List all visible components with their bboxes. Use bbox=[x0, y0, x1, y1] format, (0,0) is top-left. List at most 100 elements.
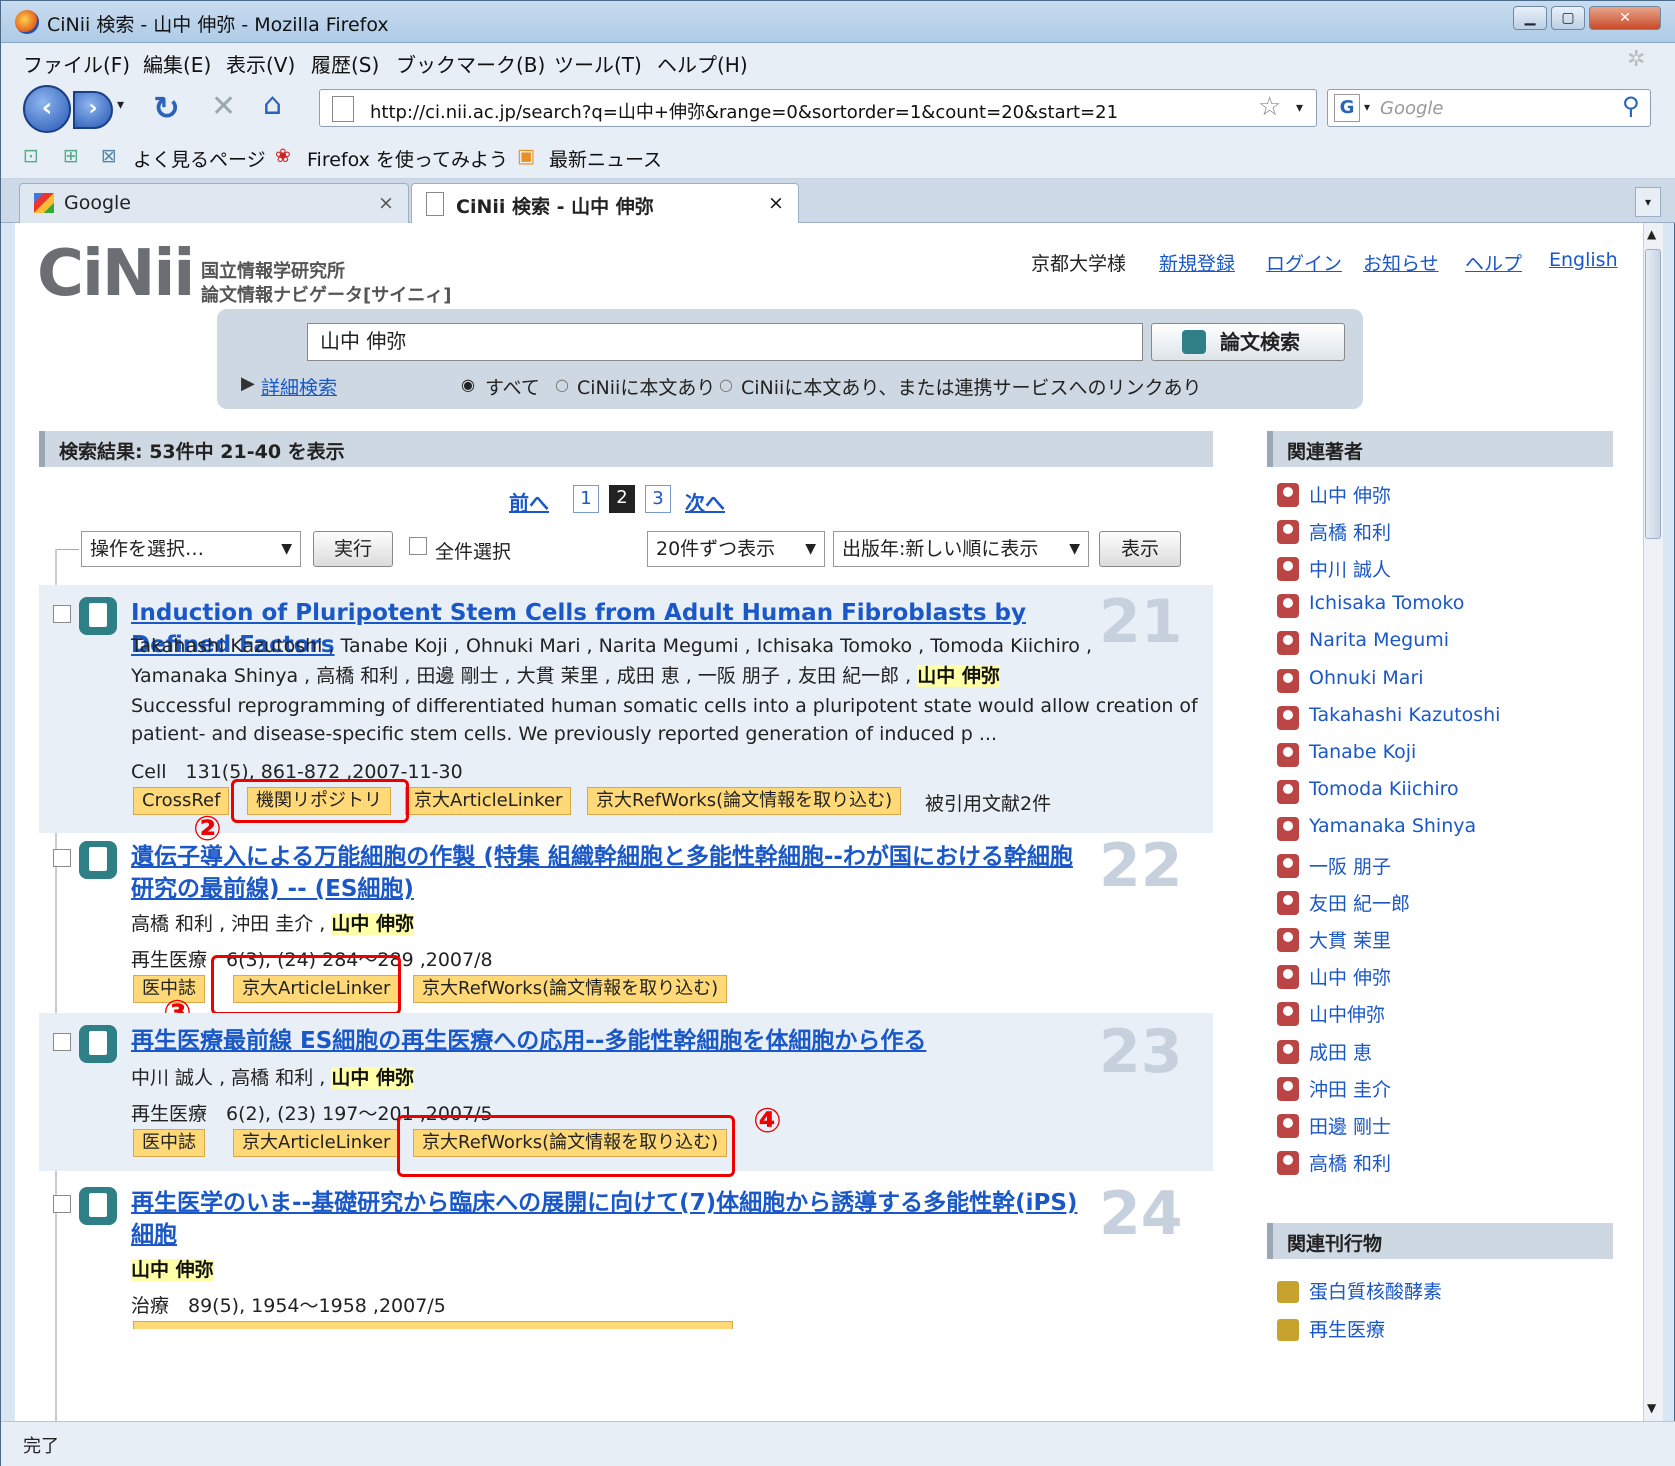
reload-icon[interactable]: ↻ bbox=[153, 89, 180, 127]
english-link[interactable]: English bbox=[1549, 249, 1618, 271]
back-button[interactable]: ‹ bbox=[23, 85, 71, 133]
cinii-logo[interactable]: CiNii bbox=[37, 237, 195, 311]
page-1-link[interactable]: 1 bbox=[573, 485, 599, 513]
related-author-link[interactable]: Yamanaka Shinya bbox=[1309, 815, 1476, 837]
news-link[interactable]: お知らせ bbox=[1363, 249, 1439, 276]
bookmark-star-icon[interactable]: ☆ bbox=[1258, 92, 1281, 122]
menu-file[interactable]: ファイル(F) bbox=[23, 49, 130, 78]
related-author-link[interactable]: 山中 伸弥 bbox=[1309, 481, 1391, 508]
related-author-link[interactable]: 中川 誠人 bbox=[1309, 555, 1391, 582]
prev-page-link[interactable]: 前へ bbox=[509, 487, 549, 516]
next-page-link[interactable]: 次へ bbox=[685, 487, 725, 516]
register-link[interactable]: 新規登録 bbox=[1159, 249, 1235, 276]
query-input[interactable]: 山中 伸弥 bbox=[307, 323, 1143, 361]
show-button[interactable]: 表示 bbox=[1099, 531, 1181, 567]
articlelinker-button[interactable]: 京大ArticleLinker bbox=[233, 1129, 400, 1157]
scroll-down-icon[interactable]: ▼ bbox=[1647, 1401, 1656, 1415]
related-author-link[interactable]: 沖田 圭介 bbox=[1309, 1075, 1391, 1102]
stop-icon[interactable]: ✕ bbox=[211, 89, 236, 124]
related-author-link[interactable]: Ohnuki Mari bbox=[1309, 667, 1424, 689]
refworks-button[interactable]: 京大RefWorks(論文情報を取り込む) bbox=[587, 787, 902, 815]
cited-count[interactable]: 被引用文献2件 bbox=[925, 789, 1051, 816]
bookmark-add-icon[interactable]: ⊞ bbox=[63, 145, 79, 167]
help-link[interactable]: ヘルプ bbox=[1465, 249, 1522, 276]
url-dropdown-icon[interactable]: ▾ bbox=[1296, 100, 1303, 116]
ichushi-button[interactable]: 医中誌 bbox=[133, 1129, 205, 1157]
google-engine-icon[interactable]: G bbox=[1334, 94, 1360, 122]
related-author-link[interactable]: 山中伸弥 bbox=[1309, 1000, 1385, 1027]
minimize-button[interactable]: ▁ bbox=[1513, 6, 1547, 30]
related-author-link[interactable]: 一阪 朋子 bbox=[1309, 852, 1391, 879]
highlighted-author[interactable]: 山中 伸弥 bbox=[917, 665, 1000, 687]
url-bar[interactable]: http://ci.nii.ac.jp/search?q=山中+伸弥&range… bbox=[319, 89, 1317, 127]
vertical-scrollbar[interactable]: ▲ ▼ bbox=[1643, 223, 1663, 1421]
result-checkbox[interactable] bbox=[53, 605, 71, 623]
action-select[interactable]: 操作を選択… ▼ bbox=[81, 531, 301, 567]
close-window-button[interactable]: ✕ bbox=[1589, 6, 1661, 30]
paper-title-link-cont[interactable]: 研究の最前線) -- (ES細胞) bbox=[131, 873, 414, 905]
related-journal-link[interactable]: 蛋白質核酸酵素 bbox=[1309, 1277, 1442, 1304]
related-author-link[interactable]: 友田 紀一郎 bbox=[1309, 889, 1410, 916]
related-journal-link[interactable]: 再生医療 bbox=[1309, 1315, 1385, 1342]
result-checkbox[interactable] bbox=[53, 1033, 71, 1051]
home-icon[interactable]: ⌂ bbox=[263, 87, 282, 122]
highlighted-author[interactable]: 山中 伸弥 bbox=[131, 1259, 214, 1281]
history-dropdown-icon[interactable]: ▾ bbox=[117, 97, 124, 113]
engine-dropdown-icon[interactable]: ▾ bbox=[1364, 100, 1370, 114]
scroll-thumb[interactable] bbox=[1645, 249, 1661, 539]
maximize-button[interactable]: ▢ bbox=[1551, 6, 1585, 30]
menu-edit[interactable]: 編集(E) bbox=[143, 49, 211, 78]
related-author-link[interactable]: Tomoda Kiichiro bbox=[1309, 778, 1459, 800]
paper-title-link[interactable]: 再生医療最前線 ES細胞の再生医療への応用--多能性幹細胞を体細胞から作る bbox=[131, 1025, 926, 1057]
highlighted-author[interactable]: 山中 伸弥 bbox=[331, 1067, 414, 1089]
paper-title-link-cont[interactable]: 細胞 bbox=[131, 1219, 177, 1251]
bookmark-tool-icon[interactable]: ⊡ bbox=[23, 145, 39, 167]
menu-tools[interactable]: ツール(T) bbox=[554, 49, 642, 78]
menu-view[interactable]: 表示(V) bbox=[226, 49, 295, 78]
advanced-search-link[interactable]: 詳細検索 bbox=[261, 373, 337, 400]
search-icon[interactable]: ⚲ bbox=[1622, 92, 1640, 120]
login-link[interactable]: ログイン bbox=[1266, 249, 1342, 276]
scroll-up-icon[interactable]: ▲ bbox=[1647, 227, 1656, 241]
related-author-link[interactable]: 田邊 剛士 bbox=[1309, 1112, 1391, 1139]
result-checkbox[interactable] bbox=[53, 1195, 71, 1213]
related-author-link[interactable]: Narita Megumi bbox=[1309, 629, 1449, 651]
bookmark-most-visited[interactable]: よく見るページ bbox=[133, 145, 266, 172]
paper-title-link[interactable]: 遺伝子導入による万能細胞の作製 (特集 組織幹細胞と多能性幹細胞--わが国におけ… bbox=[131, 841, 1073, 873]
radio-fulltext[interactable]: ○ bbox=[555, 375, 569, 394]
related-author-link[interactable]: 成田 恵 bbox=[1309, 1038, 1372, 1065]
tab-list-button[interactable]: ▾ bbox=[1635, 187, 1661, 217]
related-author-link[interactable]: 高橋 和利 bbox=[1309, 518, 1391, 545]
related-author-link[interactable]: 高橋 和利 bbox=[1309, 1149, 1391, 1176]
highlighted-author[interactable]: 山中 伸弥 bbox=[331, 913, 414, 935]
sort-select[interactable]: 出版年:新しい順に表示 ▼ bbox=[833, 531, 1089, 567]
tab-close-icon[interactable]: × bbox=[378, 192, 394, 214]
web-search-box[interactable]: G ▾ Google ⚲ bbox=[1327, 89, 1651, 127]
radio-all[interactable]: ◉ bbox=[461, 375, 475, 394]
tab-google[interactable]: Google × bbox=[19, 183, 409, 223]
menu-history[interactable]: 履歴(S) bbox=[311, 49, 379, 78]
bookmark-latest-news[interactable]: 最新ニュース bbox=[549, 145, 662, 172]
paper-title-link[interactable]: 再生医学のいま--基礎研究から臨床への展開に向けて(7)体細胞から誘導する多能性… bbox=[131, 1187, 1077, 1219]
articlelinker-button[interactable]: 京大ArticleLinker bbox=[405, 787, 572, 815]
bookmark-search-icon[interactable]: ⊠ bbox=[101, 145, 117, 167]
menu-bookmarks[interactable]: ブックマーク(B) bbox=[396, 49, 545, 78]
related-author-link[interactable]: 山中 伸弥 bbox=[1309, 963, 1391, 990]
select-all-checkbox[interactable] bbox=[409, 537, 427, 555]
tab-close-icon[interactable]: × bbox=[768, 192, 784, 214]
run-button[interactable]: 実行 bbox=[313, 531, 393, 567]
related-author-link[interactable]: Ichisaka Tomoko bbox=[1309, 592, 1464, 614]
menu-help[interactable]: ヘルプ(H) bbox=[657, 49, 748, 78]
related-author-link[interactable]: Takahashi Kazutoshi bbox=[1309, 704, 1500, 726]
related-author-link[interactable]: 大貫 茉里 bbox=[1309, 926, 1391, 953]
refworks-button[interactable]: 京大RefWorks(論文情報を取り込む) bbox=[413, 975, 728, 1003]
forward-button[interactable]: › bbox=[73, 91, 113, 129]
related-author-link[interactable]: Tanabe Koji bbox=[1309, 741, 1416, 763]
paper-search-button[interactable]: 論文検索 bbox=[1151, 323, 1345, 361]
page-3-link[interactable]: 3 bbox=[645, 485, 671, 513]
result-checkbox[interactable] bbox=[53, 849, 71, 867]
radio-fulltext-or-link[interactable]: ○ bbox=[719, 375, 733, 394]
bookmark-getting-started[interactable]: Firefox を使ってみよう bbox=[307, 145, 508, 172]
per-page-select[interactable]: 20件ずつ表示 ▼ bbox=[647, 531, 825, 567]
tab-cinii[interactable]: CiNii 検索 - 山中 伸弥 × bbox=[411, 183, 799, 224]
